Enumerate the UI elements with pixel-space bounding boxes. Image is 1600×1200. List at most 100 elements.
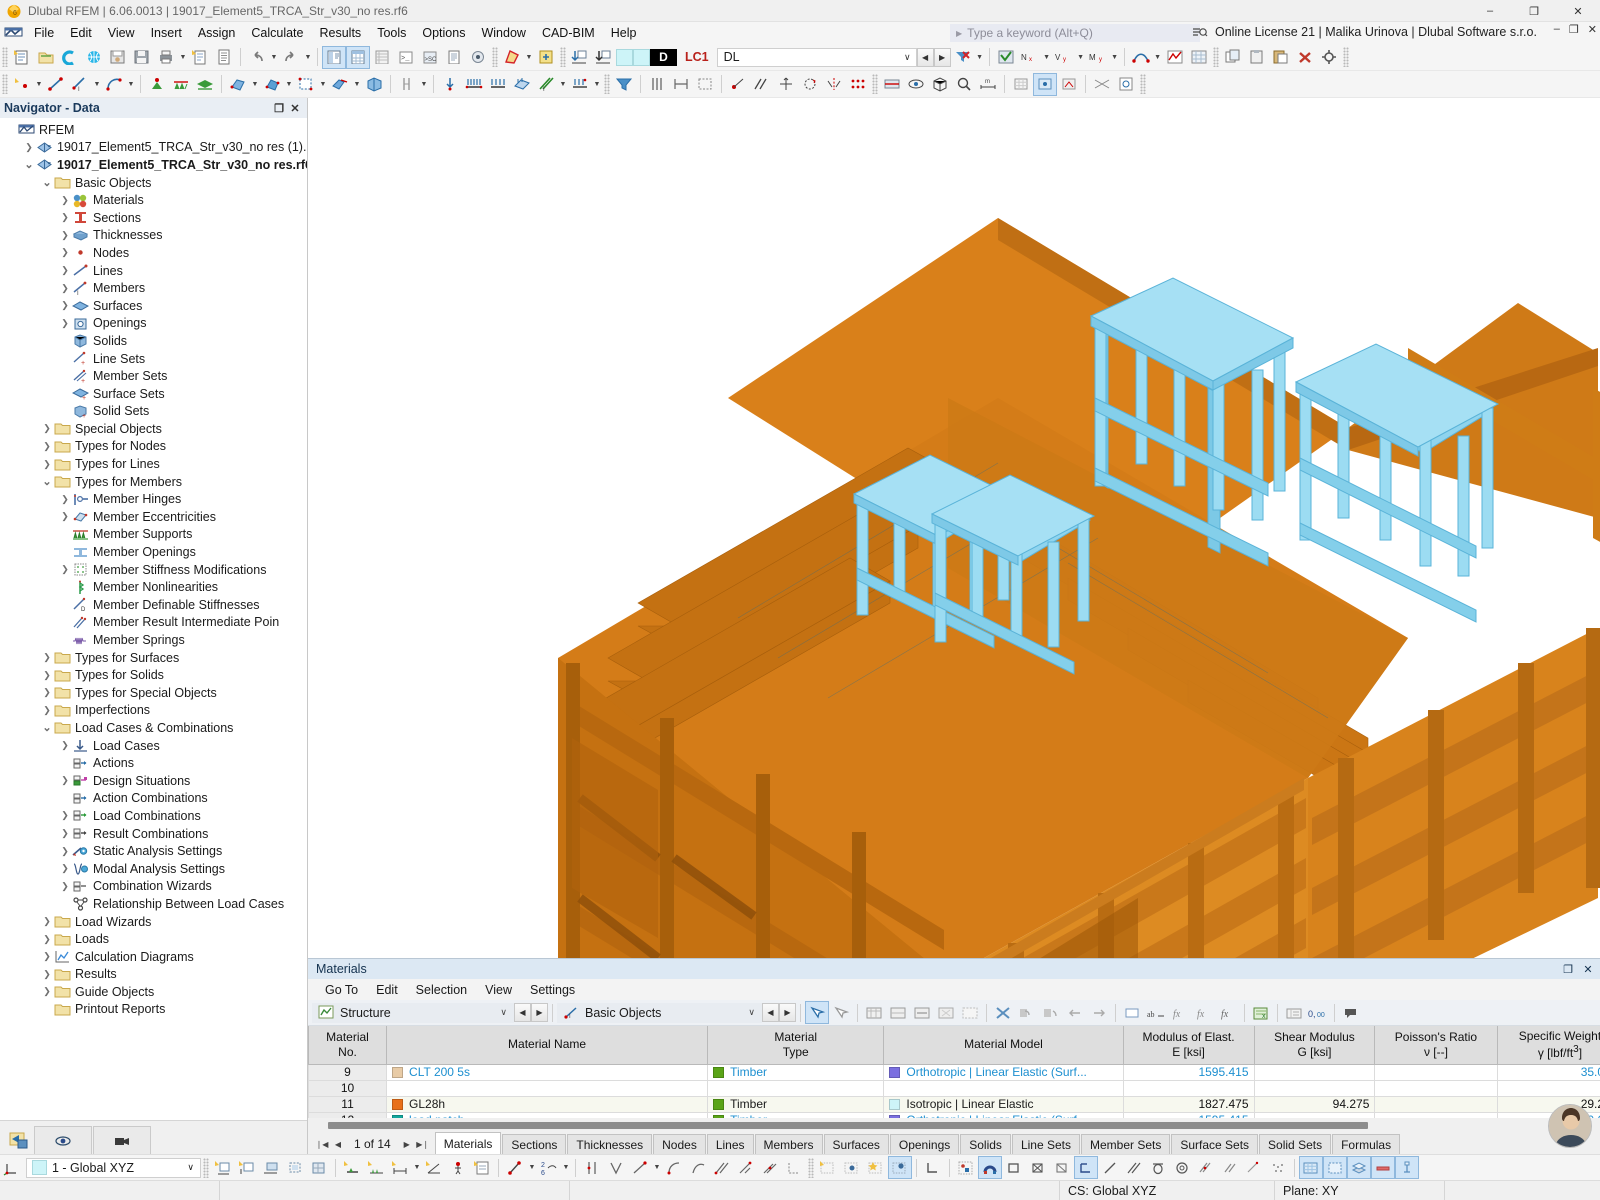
surface-load-button[interactable] <box>510 73 534 96</box>
arc-tool-button[interactable] <box>662 1156 686 1179</box>
navigator-item-calculation-diagrams[interactable]: ❯ Calculation Diagrams <box>0 948 307 966</box>
navigator-item-thicknesses[interactable]: ❯ Thicknesses <box>0 227 307 245</box>
undo-dropdown-arrow[interactable]: ▼ <box>269 54 279 61</box>
deformation-button[interactable] <box>1129 46 1153 69</box>
trim-line-button[interactable] <box>758 1156 782 1179</box>
material-number-cell[interactable]: 10 <box>308 1079 388 1097</box>
mesh-refine-button[interactable] <box>840 1156 864 1179</box>
shear-modulus-cell[interactable] <box>1253 1063 1376 1081</box>
menu-insert[interactable]: Insert <box>143 24 190 42</box>
magnet-snap-button[interactable] <box>978 1156 1002 1179</box>
isometric-view-button[interactable] <box>928 73 952 96</box>
render-dropdown-arrow[interactable]: ▼ <box>524 54 534 61</box>
column-header[interactable]: Material Name <box>386 1026 709 1065</box>
print-button[interactable] <box>154 46 178 69</box>
material-name-cell[interactable]: GL28h <box>386 1095 709 1113</box>
table-row[interactable]: 11 GL28h Timber Isotropic | Linear Elastic 1… <box>308 1095 1600 1113</box>
snap-extension-button[interactable] <box>1218 1156 1242 1179</box>
new-solid-arrow[interactable]: ▼ <box>284 81 294 88</box>
snap-perpendicular-button[interactable] <box>1074 1156 1098 1179</box>
work-plane-button[interactable] <box>1323 1156 1347 1179</box>
new-node-snap-button[interactable] <box>726 73 750 96</box>
column-header[interactable]: Material Type <box>707 1026 885 1065</box>
chevron-right-icon[interactable]: ❯ <box>58 494 72 505</box>
formula-fx-2-button[interactable]: fx <box>1192 1001 1216 1024</box>
chevron-right-icon[interactable]: ❯ <box>40 951 54 962</box>
specific-weight-cell[interactable] <box>1496 1079 1600 1097</box>
comment-button[interactable] <box>1339 1001 1363 1024</box>
table-row[interactable]: 10 <box>308 1079 1600 1097</box>
mirror-button[interactable] <box>822 73 846 96</box>
menu-assign[interactable]: Assign <box>190 24 244 42</box>
new-node-tool-button[interactable] <box>211 1156 235 1179</box>
structure-next-button[interactable]: ▶ <box>531 1003 548 1022</box>
paste-button[interactable] <box>1269 46 1293 69</box>
dimension-tool-button[interactable] <box>388 1156 412 1179</box>
navigator-item-types-for-nodes[interactable]: ❯ Types for Nodes <box>0 438 307 456</box>
chevron-right-icon[interactable]: ❯ <box>58 881 72 892</box>
printout-report-button[interactable] <box>212 46 236 69</box>
fill-cells-button[interactable] <box>958 1001 982 1024</box>
menu-options[interactable]: Options <box>414 24 473 42</box>
table-tab-thicknesses[interactable]: Thicknesses <box>567 1134 653 1154</box>
arc-center-button[interactable] <box>686 1156 710 1179</box>
pick-point-arrow[interactable]: ▼ <box>527 1164 537 1171</box>
visibility-button[interactable] <box>904 73 928 96</box>
materials-menu-view[interactable]: View <box>476 982 521 998</box>
array-button[interactable] <box>846 73 870 96</box>
column-header[interactable]: Modulus of Elast. E [ksi] <box>1122 1026 1255 1065</box>
surface-release-arrow[interactable]: ▼ <box>352 81 362 88</box>
filter-clear-button[interactable] <box>951 46 975 69</box>
navigator-item-load-combinations[interactable]: ❯ Load Combinations <box>0 807 307 825</box>
insert-row-button[interactable] <box>886 1001 910 1024</box>
column-header[interactable]: Material No. <box>308 1026 388 1065</box>
navigator-float-button[interactable]: ❐ <box>271 100 287 116</box>
snap-parallel-button[interactable] <box>1122 1156 1146 1179</box>
rename-button[interactable]: ab <box>1144 1001 1168 1024</box>
object-info-button[interactable] <box>1395 1156 1419 1179</box>
shear-modulus-cell[interactable]: 94.275 <box>1253 1095 1376 1113</box>
toolbar-grip[interactable] <box>2 47 8 67</box>
deformation-arrow[interactable]: ▼ <box>1153 54 1163 61</box>
menu-cad-bim[interactable]: CAD-BIM <box>534 24 603 42</box>
navigator-item-member-hinges[interactable]: ❯ Member Hinges <box>0 490 307 508</box>
delete-row-button[interactable] <box>910 1001 934 1024</box>
table-tab-member-sets[interactable]: Member Sets <box>1080 1134 1171 1154</box>
results-nx-button[interactable]: Nx <box>1018 46 1042 69</box>
extend-line-button[interactable] <box>734 1156 758 1179</box>
member-hinge-button[interactable] <box>395 73 419 96</box>
chevron-down-icon[interactable]: ⌄ <box>22 158 36 171</box>
navigator-item-line-sets[interactable]: + Line Sets <box>0 350 307 368</box>
snap-line-button[interactable] <box>1098 1156 1122 1179</box>
parallel-lines-button[interactable] <box>580 1156 604 1179</box>
nodal-load-button[interactable] <box>438 73 462 96</box>
scrollbar-thumb[interactable] <box>328 1121 1368 1129</box>
new-node-button[interactable] <box>10 73 34 96</box>
table-tab-surface-sets[interactable]: Surface Sets <box>1171 1134 1259 1154</box>
pager-first-button[interactable]: ❘◀ <box>314 1136 330 1152</box>
info-table-button[interactable] <box>442 46 466 69</box>
chevron-right-icon[interactable]: ❯ <box>58 212 72 223</box>
navigator-item-openings[interactable]: ❯ Openings <box>0 315 307 333</box>
redo-dropdown-arrow[interactable]: ▼ <box>303 54 313 61</box>
line-support-tool-button[interactable] <box>364 1156 388 1179</box>
chevron-right-icon[interactable]: ❯ <box>58 740 72 751</box>
chevron-down-icon[interactable]: ⌄ <box>40 721 54 734</box>
new-model-button[interactable] <box>10 46 34 69</box>
material-model-cell[interactable]: Orthotropic | Linear Elastic (Surf... <box>883 1063 1124 1081</box>
navigator-item-lines[interactable]: ❯ Lines <box>0 262 307 280</box>
material-name-cell[interactable]: CLT 200 5s <box>386 1063 709 1081</box>
coordinate-system-combo[interactable]: 1 - Global XYZ ∨ <box>26 1157 201 1178</box>
material-number-cell[interactable]: 9 <box>308 1063 388 1081</box>
navigator-item-combination-wizards[interactable]: ❯ Combination Wizards <box>0 878 307 896</box>
material-type-cell[interactable]: Timber <box>707 1111 885 1118</box>
results-nx-arrow[interactable]: ▼ <box>1042 54 1052 61</box>
minimize-button[interactable]: – <box>1468 0 1512 22</box>
navigator-item-member-openings[interactable]: Member Openings <box>0 543 307 561</box>
objects-next-button[interactable]: ▶ <box>779 1003 796 1022</box>
navigator-item-rfem[interactable]: RFEM <box>0 121 307 139</box>
lc-next-button[interactable]: ▶ <box>933 47 951 67</box>
bottom-grip-1[interactable] <box>203 1157 209 1178</box>
chevron-right-icon[interactable]: ❯ <box>58 230 72 241</box>
table-tab-lines[interactable]: Lines <box>706 1134 754 1154</box>
